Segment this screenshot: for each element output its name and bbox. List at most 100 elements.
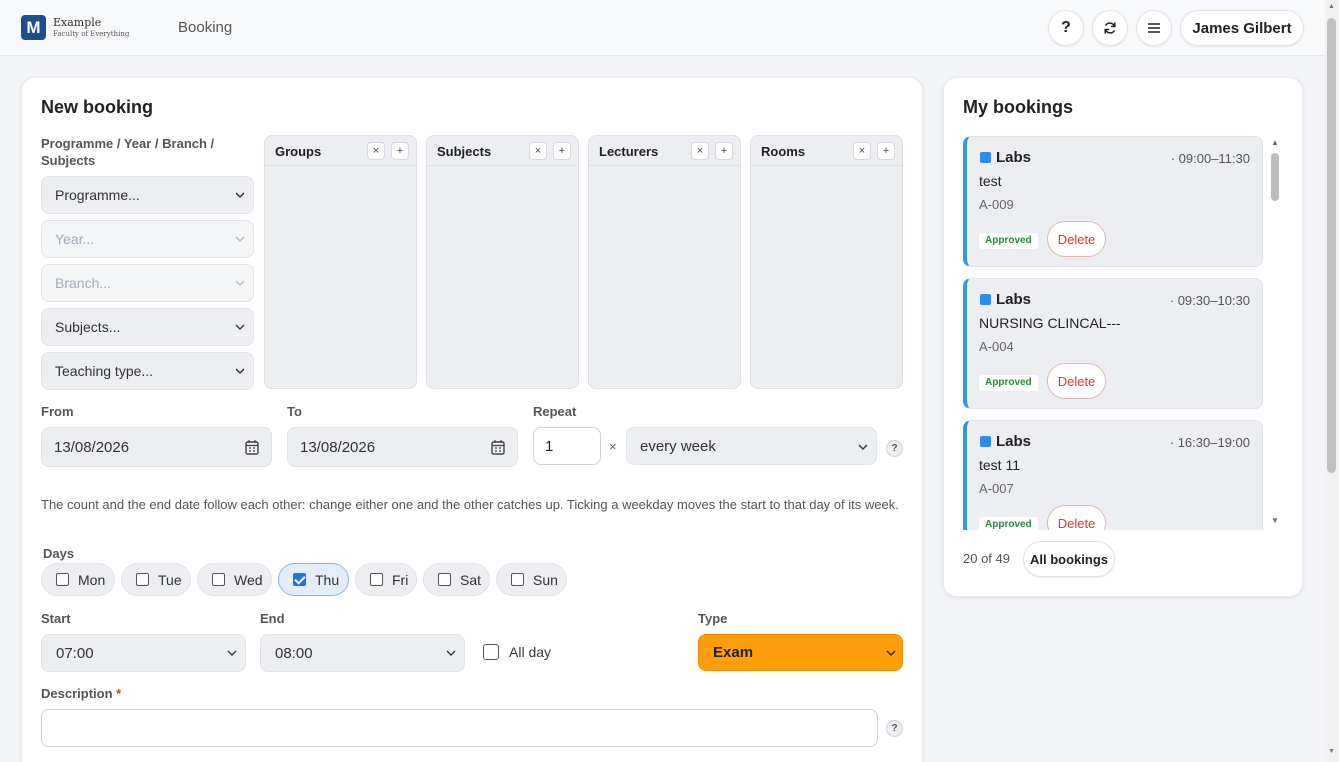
day-thu-toggle[interactable]: Thu	[278, 563, 349, 596]
scroll-down-icon[interactable]: ▼	[1328, 748, 1335, 755]
description-label-text: Description	[41, 686, 113, 701]
groups-listbox-title: Groups	[275, 144, 322, 159]
booking-item[interactable]: Labs · 09:00–11:30 test A-009 Approved D…	[963, 136, 1263, 267]
end-time-select[interactable]: 08:00	[260, 634, 465, 672]
branch-select-value: Branch...	[55, 275, 112, 291]
logo[interactable]: M	[21, 15, 46, 40]
chevron-down-icon	[235, 368, 245, 374]
booking-category: Labs	[996, 291, 1032, 308]
subjects-listbox[interactable]: Subjects × +	[426, 135, 579, 389]
bookings-count: 20 of 49	[963, 551, 1010, 566]
booking-room: A-009	[979, 197, 1014, 212]
from-date-input[interactable]: 13/08/2026	[41, 427, 272, 467]
status-badge: Approved	[979, 375, 1038, 391]
bookings-scrollbar[interactable]: ▲ ▼	[1270, 138, 1280, 528]
checkbox-icon[interactable]	[511, 573, 524, 586]
rooms-listbox-header: Rooms × +	[751, 136, 902, 166]
required-mark: *	[116, 686, 122, 701]
rooms-listbox[interactable]: Rooms × +	[750, 135, 903, 389]
org-subtitle: Faculty of Everything	[53, 30, 130, 38]
booking-category: Labs	[996, 149, 1032, 166]
subjects-select[interactable]: Subjects...	[41, 308, 254, 346]
subjects-select-value: Subjects...	[55, 319, 121, 335]
branch-select: Branch...	[41, 264, 254, 302]
repeat-count-input[interactable]: 1	[533, 427, 601, 465]
groups-clear-button[interactable]: ×	[367, 142, 385, 160]
lecturers-listbox[interactable]: Lecturers × +	[588, 135, 741, 389]
end-label: End	[260, 611, 285, 626]
delete-booking-button[interactable]: Delete	[1047, 505, 1106, 530]
description-input[interactable]	[41, 709, 878, 747]
delete-booking-button[interactable]: Delete	[1047, 363, 1106, 399]
lecturers-add-button[interactable]: +	[715, 142, 733, 160]
groups-listbox[interactable]: Groups × +	[264, 135, 417, 389]
to-label: To	[287, 404, 302, 419]
scrollbar-thumb[interactable]	[1327, 18, 1336, 473]
end-time-value: 08:00	[275, 644, 313, 662]
refresh-button[interactable]	[1092, 10, 1128, 46]
type-select[interactable]: Exam	[698, 634, 903, 671]
status-badge: Approved	[979, 517, 1038, 530]
subjects-add-button[interactable]: +	[553, 142, 571, 160]
checkbox-icon[interactable]	[136, 573, 149, 586]
teaching-type-select-value: Teaching type...	[55, 363, 154, 379]
calendar-icon[interactable]	[245, 439, 259, 455]
year-select-value: Year...	[55, 231, 95, 247]
bookings-list[interactable]: Labs · 09:00–11:30 test A-009 Approved D…	[963, 135, 1265, 530]
user-menu-button[interactable]: James Gilbert	[1180, 10, 1304, 46]
all-day-label: All day	[509, 644, 552, 660]
chevron-down-icon	[227, 650, 237, 656]
repeat-help-icon[interactable]: ?	[886, 440, 903, 457]
booking-room: A-004	[979, 339, 1014, 354]
checkbox-icon[interactable]	[56, 573, 69, 586]
scroll-up-icon[interactable]: ▲	[1328, 3, 1335, 10]
to-date-input[interactable]: 13/08/2026	[287, 427, 518, 467]
day-wed-toggle[interactable]: Wed	[197, 563, 272, 596]
all-bookings-button[interactable]: All bookings	[1023, 541, 1115, 577]
teaching-type-select[interactable]: Teaching type...	[41, 352, 254, 390]
checkbox-icon[interactable]	[438, 573, 451, 586]
booking-time: · 09:00–11:30	[1170, 151, 1250, 166]
booking-item[interactable]: Labs · 16:30–19:00 test 11 A-007 Approve…	[963, 420, 1263, 530]
checkbox-icon[interactable]	[370, 573, 383, 586]
repeat-label: Repeat	[533, 404, 577, 419]
day-label: Mon	[78, 571, 106, 588]
day-label: Sun	[533, 571, 558, 588]
org-name: Example	[53, 16, 102, 29]
groups-add-button[interactable]: +	[391, 142, 409, 160]
calendar-icon[interactable]	[491, 439, 505, 455]
repeat-interval-value: every week	[640, 437, 716, 455]
rooms-add-button[interactable]: +	[877, 142, 895, 160]
booking-room: A-007	[979, 481, 1014, 496]
help-icon: ?	[1061, 19, 1071, 36]
programme-select[interactable]: Programme...	[41, 176, 254, 214]
day-tue-toggle[interactable]: Tue	[121, 563, 191, 596]
day-sat-toggle[interactable]: Sat	[423, 563, 490, 596]
day-fri-toggle[interactable]: Fri	[355, 563, 417, 596]
day-sun-toggle[interactable]: Sun	[496, 563, 567, 596]
scroll-down-icon[interactable]: ▼	[1271, 516, 1279, 525]
rooms-clear-button[interactable]: ×	[853, 142, 871, 160]
scrollbar-thumb[interactable]	[1271, 153, 1279, 201]
programme-select-value: Programme...	[55, 187, 140, 203]
checkbox-icon[interactable]	[212, 573, 225, 586]
repeat-interval-select[interactable]: every week	[626, 427, 877, 465]
menu-button[interactable]	[1136, 10, 1172, 46]
subjects-clear-button[interactable]: ×	[529, 142, 547, 160]
help-button[interactable]: ?	[1048, 10, 1084, 46]
page-scrollbar[interactable]: ▲ ▼	[1325, 0, 1339, 762]
all-day-toggle[interactable]: All day	[483, 644, 551, 660]
scroll-up-icon[interactable]: ▲	[1271, 138, 1279, 147]
booking-item[interactable]: Labs · 09:30–10:30 NURSING CLINCAL--- A-…	[963, 278, 1263, 409]
description-help-icon[interactable]: ?	[886, 720, 903, 737]
checkbox-icon[interactable]	[483, 644, 499, 660]
start-time-select[interactable]: 07:00	[41, 634, 246, 672]
rooms-listbox-title: Rooms	[761, 144, 806, 159]
lecturers-listbox-header: Lecturers × +	[589, 136, 740, 166]
repeat-count-value: 1	[545, 437, 554, 455]
booking-title: test 11	[979, 457, 1020, 473]
delete-booking-button[interactable]: Delete	[1047, 221, 1106, 257]
checkbox-checked-icon[interactable]	[293, 573, 306, 586]
day-mon-toggle[interactable]: Mon	[41, 563, 115, 596]
lecturers-clear-button[interactable]: ×	[691, 142, 709, 160]
